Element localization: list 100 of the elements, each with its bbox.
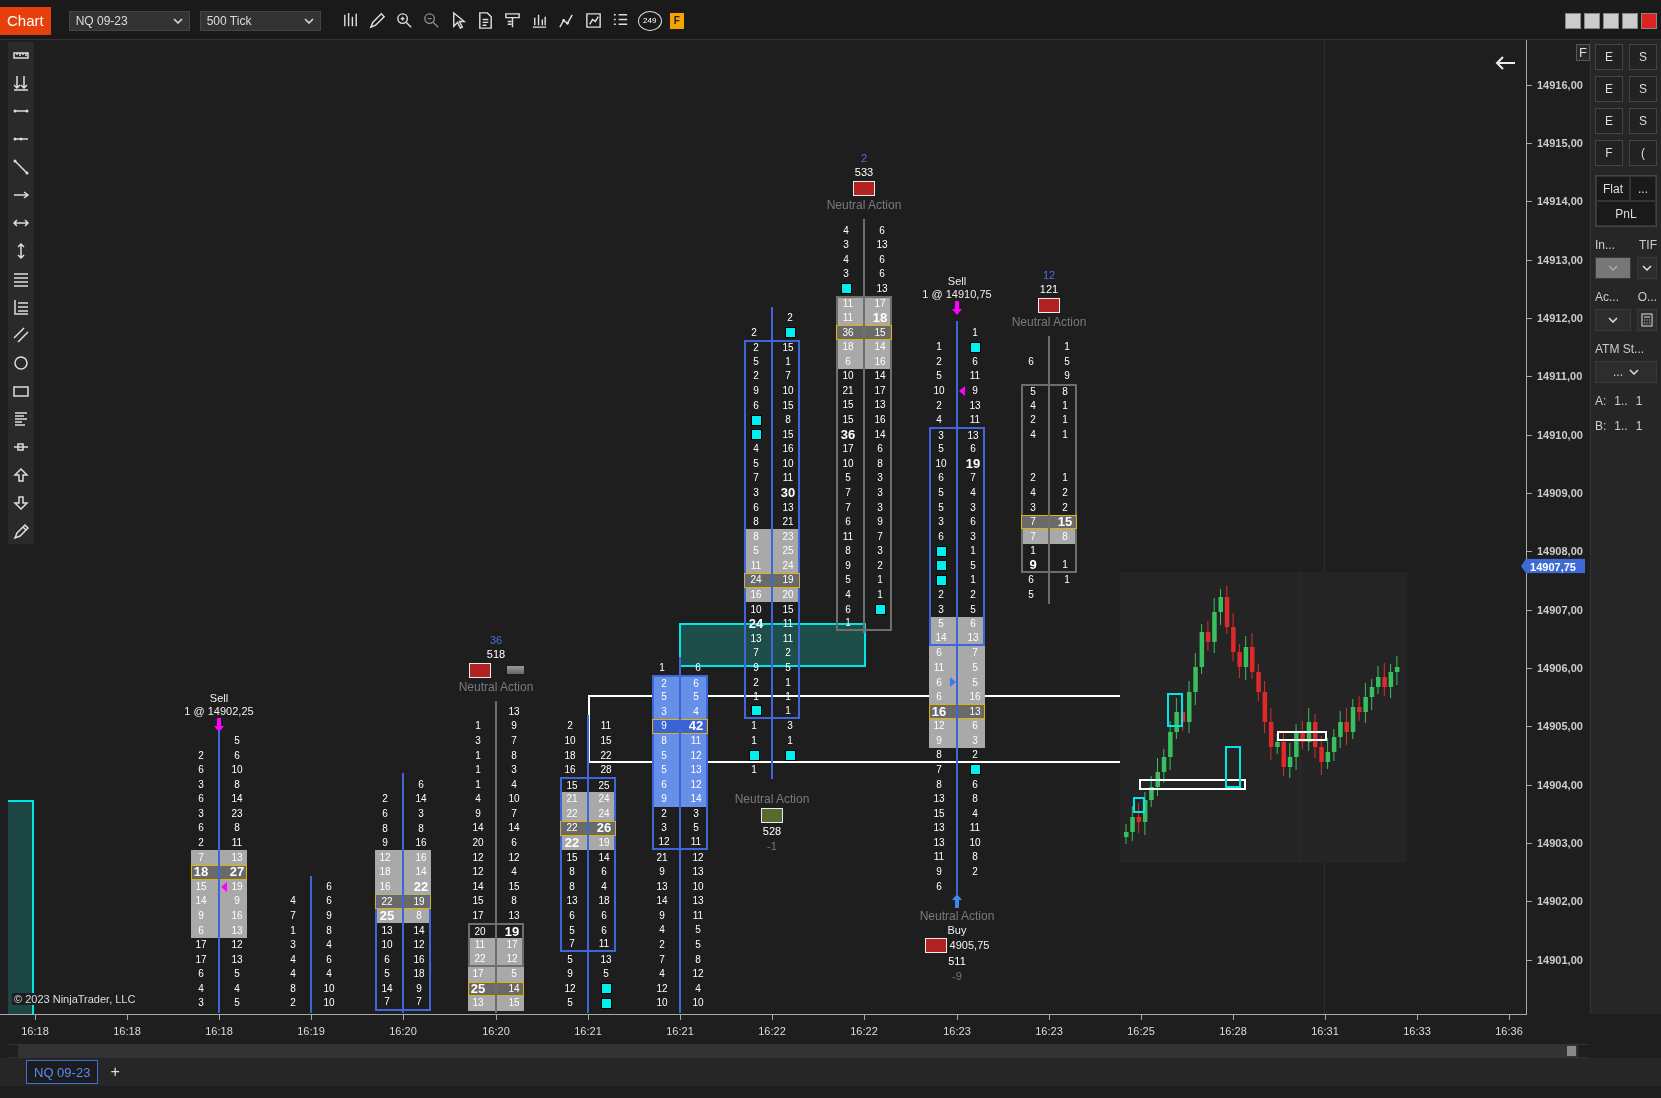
down-arrows-icon[interactable] xyxy=(12,74,30,92)
chart-tab[interactable]: NQ 09-23 xyxy=(26,1060,99,1084)
close-button[interactable] xyxy=(1641,12,1657,29)
chart-tab[interactable]: Chart xyxy=(0,6,51,35)
order-button[interactable]: S xyxy=(1629,44,1657,70)
trade-label: Buy xyxy=(947,924,967,938)
zoom-in-icon[interactable] xyxy=(394,11,414,30)
bid-volume: 4 xyxy=(474,793,482,806)
scroll-thumb[interactable] xyxy=(1567,1046,1576,1056)
ask-volume: 6 xyxy=(878,268,886,281)
flat-button[interactable]: Flat xyxy=(1596,176,1630,201)
pencil-icon[interactable] xyxy=(12,522,30,540)
chart-settings-icon[interactable] xyxy=(583,11,603,30)
window-tile-button[interactable] xyxy=(1584,12,1600,29)
order-button[interactable]: S xyxy=(1629,76,1657,102)
ask-volume: 12 xyxy=(230,939,244,952)
bid-volume: 1 xyxy=(474,764,482,777)
up-arrow-icon[interactable] xyxy=(12,466,30,484)
ask-volume: 13 xyxy=(781,501,795,514)
time-label: 16:21 xyxy=(574,1025,602,1037)
bid-volume: 17 xyxy=(471,968,485,981)
time-label: 16:23 xyxy=(943,1025,971,1037)
bid-volume: 11 xyxy=(841,530,855,543)
horizontal-lines-icon[interactable] xyxy=(12,270,30,288)
bid-volume: 2 xyxy=(752,370,760,383)
order-button[interactable]: E xyxy=(1595,76,1623,102)
back-arrow-icon[interactable] xyxy=(1494,55,1516,71)
volume-value: 121 xyxy=(1039,281,1059,297)
order-button[interactable]: E xyxy=(1595,44,1623,70)
ask-volume: 14 xyxy=(507,982,521,995)
dropdown[interactable] xyxy=(1595,309,1631,331)
ask-volume: 11 xyxy=(689,836,703,848)
ask-volume: 6 xyxy=(233,749,241,762)
dropdown[interactable]: ... xyxy=(1595,361,1657,383)
bid-volume: 14 xyxy=(655,895,669,908)
bid-volume: 7 xyxy=(844,501,852,514)
bid-volume: 12 xyxy=(932,720,946,733)
minimize-button[interactable] xyxy=(1603,12,1619,29)
ask-volume: 8 xyxy=(415,909,423,922)
text-lines-icon[interactable] xyxy=(12,410,30,428)
instrument-dropdown[interactable]: NQ 09-23 xyxy=(68,10,190,31)
ask-volume: 11 xyxy=(599,720,613,733)
window-tile-button[interactable] xyxy=(1565,12,1581,29)
order-button[interactable]: ( xyxy=(1629,140,1657,166)
bid-volume: 7 xyxy=(752,472,760,485)
ask-volume: 9 xyxy=(510,720,518,733)
maximize-button[interactable] xyxy=(1622,12,1638,29)
order-button[interactable]: F xyxy=(1595,140,1623,166)
order-button[interactable]: S xyxy=(1629,108,1657,134)
ask-volume: 4 xyxy=(325,968,333,981)
ask-volume: 1 xyxy=(786,734,794,747)
interval-dropdown[interactable]: 500 Tick xyxy=(199,10,321,31)
diagonal-line-icon[interactable] xyxy=(12,158,30,176)
panel-icon[interactable] xyxy=(502,11,522,30)
dropdown[interactable] xyxy=(1637,257,1657,279)
bid-volume: 7 xyxy=(1029,516,1037,529)
delta-value: -9 xyxy=(952,969,962,985)
ask-volume: 6 xyxy=(969,443,977,456)
time-label: 16:20 xyxy=(482,1025,510,1037)
bid-volume: 6 xyxy=(752,399,760,412)
ask-volume: 15 xyxy=(873,326,887,339)
time-label: 16:20 xyxy=(389,1025,417,1037)
bid-volume: 3 xyxy=(197,997,205,1010)
ask-volume: 3 xyxy=(876,486,884,499)
ask-volume: 3 xyxy=(876,545,884,558)
bid-volume: 2 xyxy=(381,793,389,806)
circle-icon[interactable] xyxy=(12,354,30,372)
calculator-button[interactable] xyxy=(1637,309,1657,331)
ask-volume: 13 xyxy=(968,399,982,412)
parallel-lines-icon[interactable] xyxy=(12,326,30,344)
order-button[interactable]: E xyxy=(1595,108,1623,134)
trade-label: Sell xyxy=(947,275,967,289)
more-button[interactable]: ... xyxy=(1630,176,1656,201)
ask-volume: 2 xyxy=(969,589,977,602)
caret-icon xyxy=(1629,369,1639,375)
bid-volume: 6 xyxy=(197,924,205,937)
calculator-icon xyxy=(1641,313,1653,327)
ask-volume: 14 xyxy=(412,924,426,937)
bid-volume: 7 xyxy=(197,851,205,864)
price-label: 14905,00 xyxy=(1537,720,1583,733)
ask-volume: 14 xyxy=(507,822,521,835)
ask-volume: 8 xyxy=(876,457,884,470)
zoom-out-icon[interactable] xyxy=(421,11,441,30)
add-tab-button[interactable]: + xyxy=(106,1063,124,1081)
ask-volume: 1 xyxy=(784,704,792,717)
down-arrow-icon[interactable] xyxy=(12,494,30,512)
bid-volume: 3 xyxy=(197,778,205,791)
f-button[interactable]: F xyxy=(1576,44,1590,61)
flag-button[interactable]: F xyxy=(669,12,684,29)
bid-volume: 1 xyxy=(750,720,758,733)
ask-volume: 17 xyxy=(505,939,519,952)
bid-volume: 1 xyxy=(474,720,482,733)
ask-volume: 12 xyxy=(507,851,521,864)
price-label: 14902,00 xyxy=(1537,895,1583,908)
price-label: 14909,00 xyxy=(1537,487,1583,500)
ask-volume: 8 xyxy=(510,749,518,762)
pencil-icon[interactable] xyxy=(367,11,387,30)
pnl-button[interactable]: PnL xyxy=(1596,201,1656,226)
zone-rectangle xyxy=(1133,797,1145,813)
ask-volume: 2 xyxy=(971,866,979,878)
